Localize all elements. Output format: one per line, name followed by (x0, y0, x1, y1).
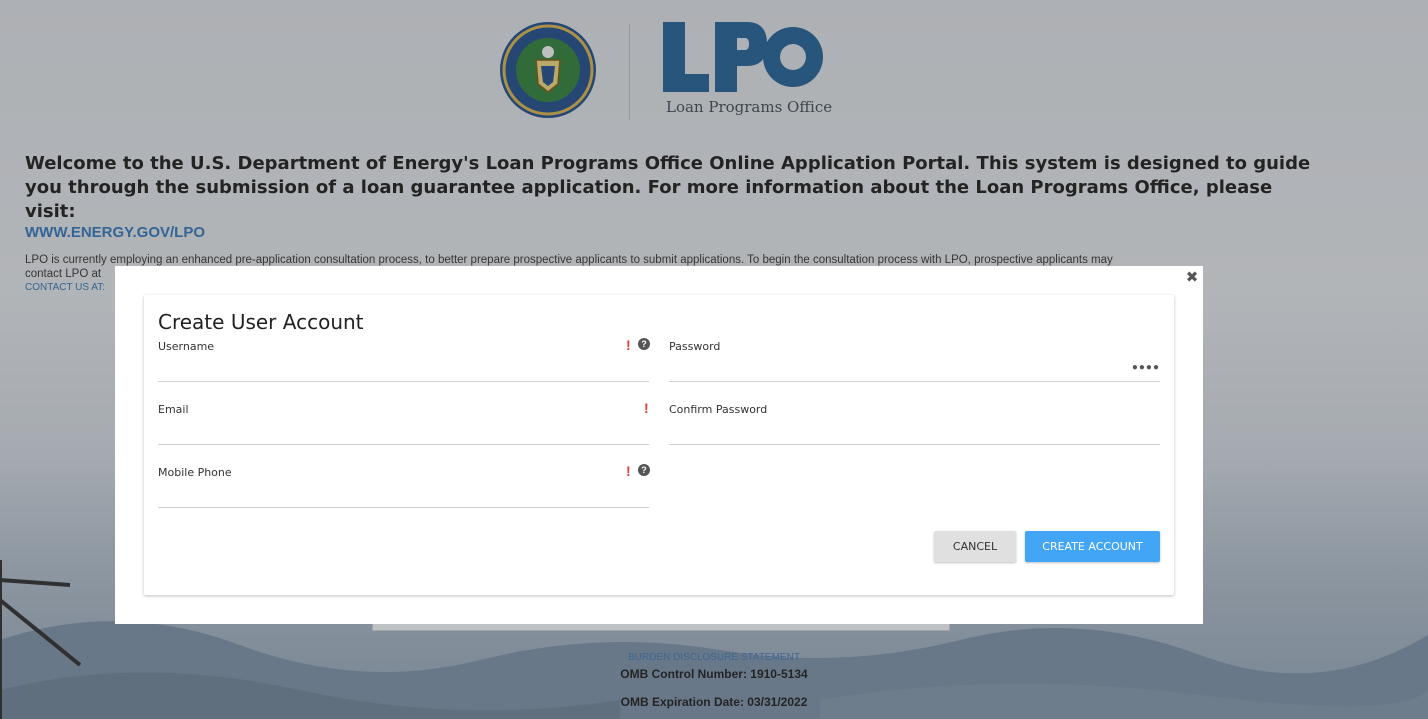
required-icon: ! (626, 337, 631, 353)
confirm-password-field: Confirm Password (669, 403, 1160, 447)
username-label: Username (158, 340, 215, 353)
help-icon[interactable]: ? (638, 464, 650, 476)
password-label: Password (669, 340, 721, 353)
required-icon: ! (626, 463, 631, 479)
username-field: Username ! ? (158, 337, 650, 384)
password-input[interactable] (669, 354, 1160, 382)
email-label: Email (158, 403, 189, 416)
email-field: Email ! (158, 400, 649, 447)
password-field: Password ●●●● (669, 340, 1160, 384)
password-reveal-icon[interactable]: ●●●● (1132, 362, 1160, 373)
required-icon: ! (644, 400, 649, 416)
help-icon[interactable]: ? (638, 338, 650, 350)
create-account-button[interactable]: CREATE ACCOUNT (1025, 531, 1160, 562)
email-input[interactable] (158, 417, 649, 445)
mobile-phone-field: Mobile Phone ! ? (158, 463, 650, 510)
cancel-button[interactable]: CANCEL (934, 531, 1016, 562)
confirm-password-label: Confirm Password (669, 403, 768, 416)
mobile-phone-input[interactable] (158, 480, 649, 508)
confirm-password-input[interactable] (669, 417, 1160, 445)
modal-title: Create User Account (158, 310, 364, 334)
create-account-card: Create User Account Username ! ? Passwor… (144, 295, 1174, 595)
username-input[interactable] (158, 354, 649, 382)
mobile-phone-label: Mobile Phone (158, 466, 232, 479)
close-icon[interactable]: ✖ (1183, 270, 1201, 286)
